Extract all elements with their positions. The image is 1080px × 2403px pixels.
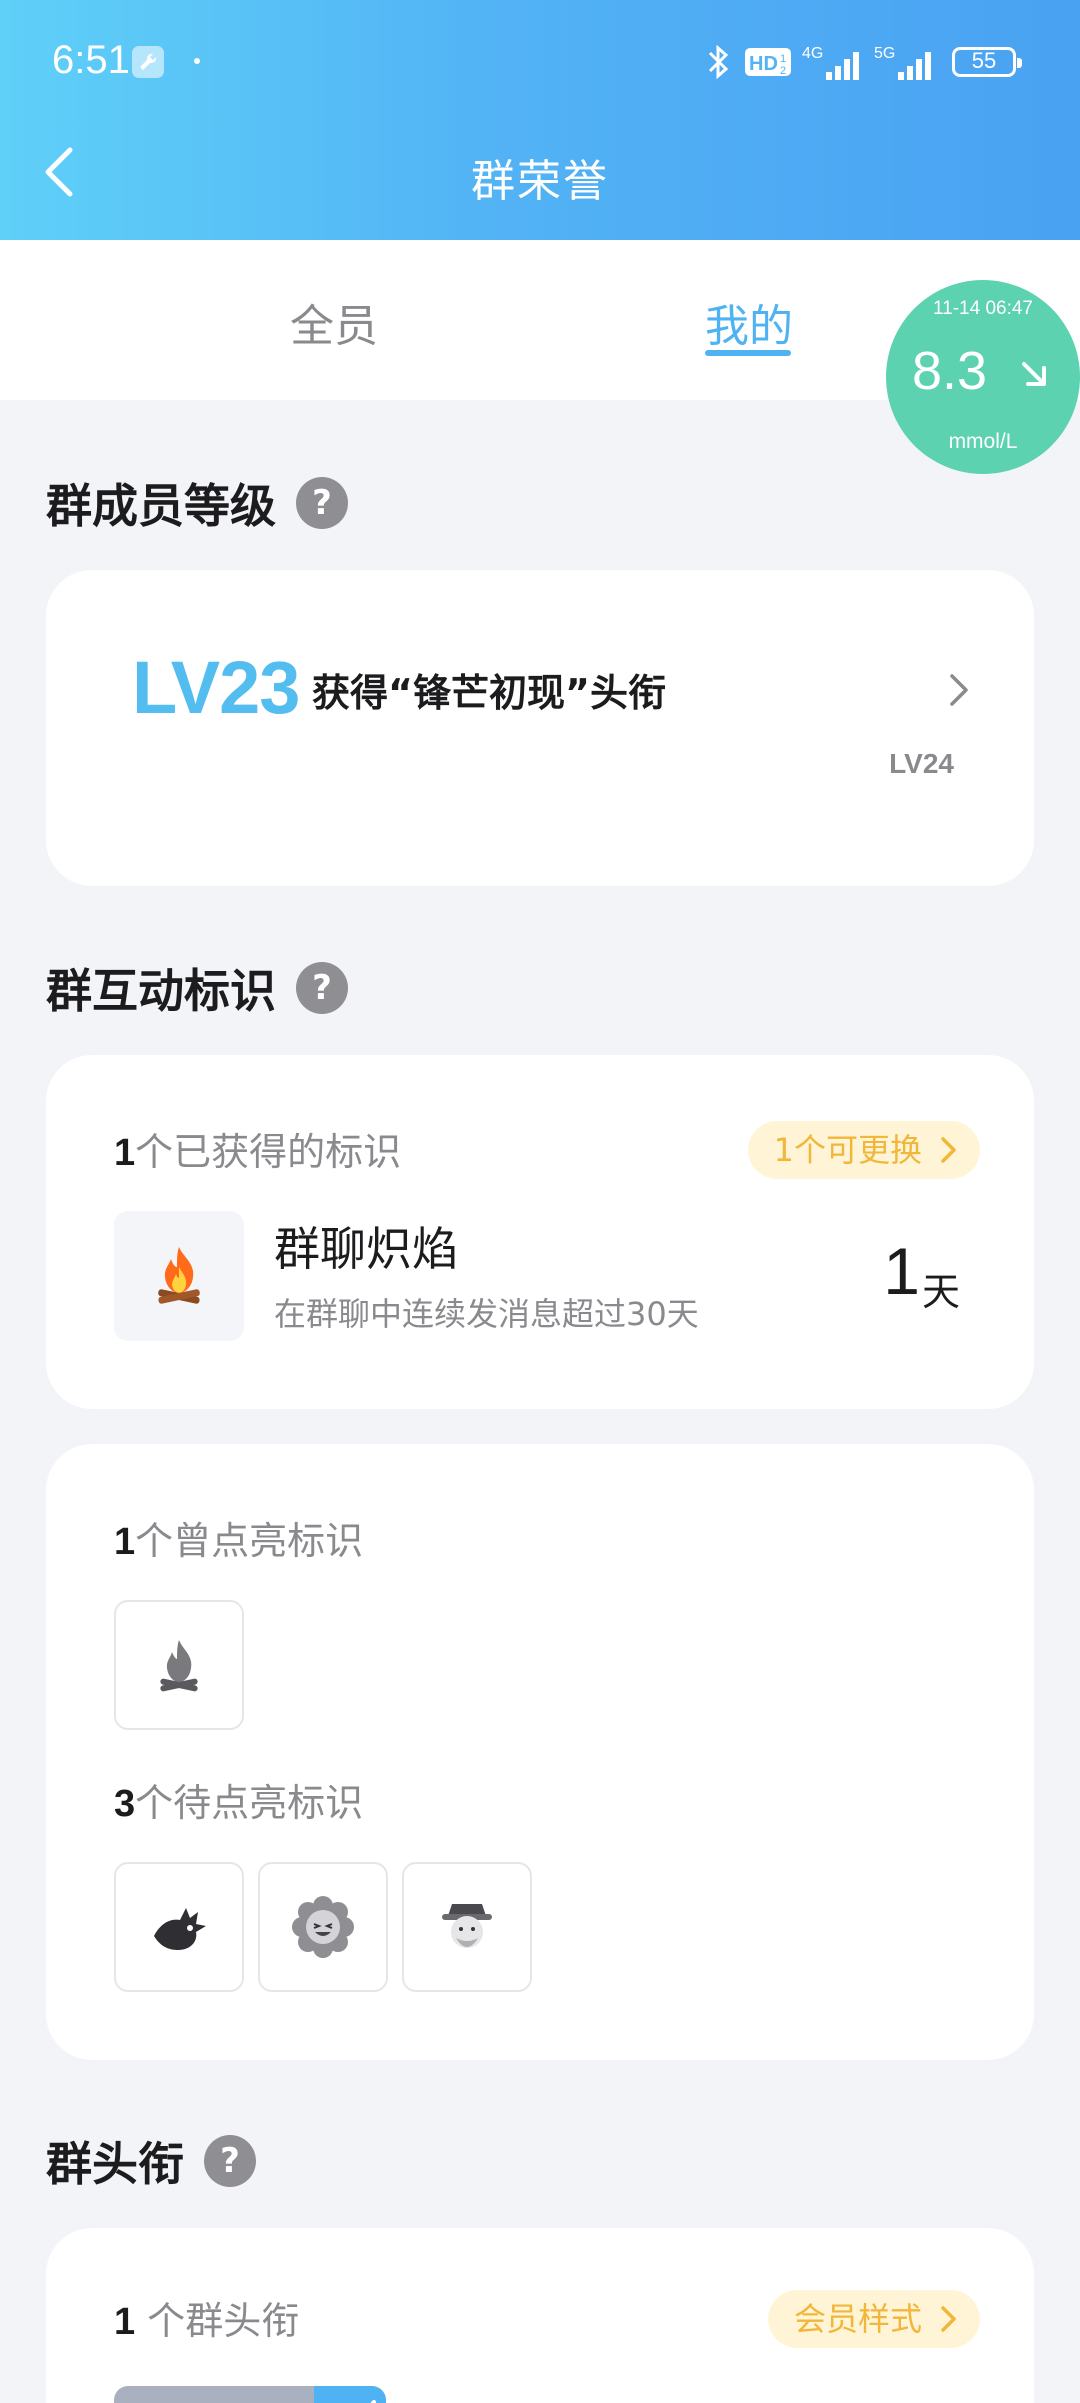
lit-badge-tile[interactable] (114, 1600, 244, 1730)
glucose-unit: mmol/L (948, 430, 1018, 453)
pending-badge-tile[interactable] (258, 1862, 388, 1992)
group-titles-heading: 1 个群头衔 (114, 2290, 299, 2345)
pending-badges-heading: 3个待点亮标识 (114, 1772, 363, 1827)
status-bar: 6:51 HD 1 2 4G 5G 55 (0, 0, 1080, 120)
help-icon[interactable]: ? (204, 2135, 256, 2187)
tab-mine[interactable]: 我的 (705, 290, 793, 354)
pending-label: 个待点亮标识 (135, 1781, 364, 1825)
badge-description: 在群聊中连续发消息超过30天 (274, 1295, 699, 1333)
notification-dot (194, 58, 200, 64)
current-level: LV23 (132, 646, 300, 729)
section-title-level: 群成员等级 ? (46, 470, 348, 536)
glucose-value: 8.3 (912, 341, 988, 401)
member-style-label: 会员样式 (793, 2300, 922, 2338)
5g-signal-icon: 5G (874, 45, 931, 80)
group-titles-card: 1 个群头衔 会员样式 (46, 2228, 1034, 2403)
section-titles-label: 群头衔 (46, 2137, 184, 2191)
flower-face-icon (292, 1896, 354, 1958)
section-level-label: 群成员等级 (46, 479, 276, 533)
section-interaction-label: 群互动标识 (46, 964, 276, 1018)
fortune-god-icon (442, 1904, 492, 1948)
swap-badge-label: 1个可更换 (773, 1131, 922, 1169)
lit-count: 1 (114, 1521, 136, 1563)
chevron-right-icon (941, 1137, 956, 1163)
badge-name: 群聊炽焰 (274, 1222, 458, 1276)
svg-text:4G: 4G (802, 45, 823, 62)
swap-badge-button[interactable]: 1个可更换 (747, 1121, 980, 1179)
help-icon[interactable]: ? (296, 962, 348, 1014)
title-thumbnail[interactable] (114, 2386, 386, 2403)
campfire-icon (160, 1640, 198, 1692)
lit-badges-heading: 1个曾点亮标识 (114, 1510, 363, 1565)
4g-signal-icon: 4G (802, 45, 859, 80)
chevron-right-icon (950, 674, 968, 706)
dragon-icon (154, 1908, 206, 1950)
status-icons: HD 1 2 4G 5G 55 (704, 40, 1022, 84)
level-description: 获得“锋芒初现”头衔 (312, 671, 666, 715)
campfire-icon (158, 1247, 200, 1304)
battery-level: 55 (971, 48, 997, 73)
pending-badge-tile[interactable] (402, 1862, 532, 1992)
check-icon (314, 2386, 386, 2403)
help-icon[interactable]: ? (296, 477, 348, 529)
titles-count: 1 (114, 2301, 136, 2343)
battery-icon: 55 (952, 47, 1022, 77)
next-level: LV24 (889, 748, 954, 779)
svg-text:5G: 5G (874, 45, 895, 62)
level-card[interactable]: LV23 获得“锋芒初现”头衔 LV24 (46, 570, 1034, 886)
wrench-icon (132, 46, 164, 78)
tab-all-members[interactable]: 全员 (290, 290, 378, 354)
bluetooth-icon (708, 44, 729, 80)
section-title-titles: 群头衔 ? (46, 2128, 256, 2194)
earned-count: 1 (114, 1132, 136, 1174)
member-style-button[interactable]: 会员样式 (767, 2290, 980, 2348)
pending-count: 3 (114, 1783, 136, 1825)
earned-badges-heading: 1个已获得的标识 (114, 1121, 401, 1176)
header-bar: 6:51 HD 1 2 4G 5G 55 群荣誉 (0, 0, 1080, 240)
pending-badge-tile[interactable] (114, 1862, 244, 1992)
chevron-right-icon (941, 2306, 956, 2332)
active-tab-indicator (705, 350, 791, 356)
glucose-time: 11-14 06:47 (932, 298, 1033, 319)
badge-history-card: 1个曾点亮标识 3个待点亮标识 (46, 1444, 1034, 2060)
flame-badge-tile[interactable] (114, 1211, 244, 1341)
svg-text:2: 2 (780, 65, 786, 77)
lit-label: 个曾点亮标识 (135, 1519, 364, 1563)
status-time: 6:51 (52, 38, 130, 82)
badge-days-unit: 天 (921, 1270, 960, 1314)
svg-text:HD: HD (749, 53, 778, 75)
badge-days: 1 (883, 1234, 920, 1308)
earned-label: 个已获得的标识 (135, 1130, 402, 1174)
section-title-interaction: 群互动标识 ? (46, 955, 348, 1021)
glucose-widget[interactable]: 11-14 06:47 8.3 mmol/L (886, 280, 1080, 474)
page-title: 群荣誉 (471, 156, 609, 207)
earned-badges-card: 1个已获得的标识 1个可更换 群聊炽焰 在群聊中连续发消息超过30天 1 天 (46, 1055, 1034, 1409)
titles-count-label: 个群头衔 (135, 2299, 300, 2343)
hd-icon: HD 12 (745, 48, 791, 77)
svg-text:1: 1 (780, 53, 786, 65)
arrow-down-right-icon (1022, 362, 1046, 386)
